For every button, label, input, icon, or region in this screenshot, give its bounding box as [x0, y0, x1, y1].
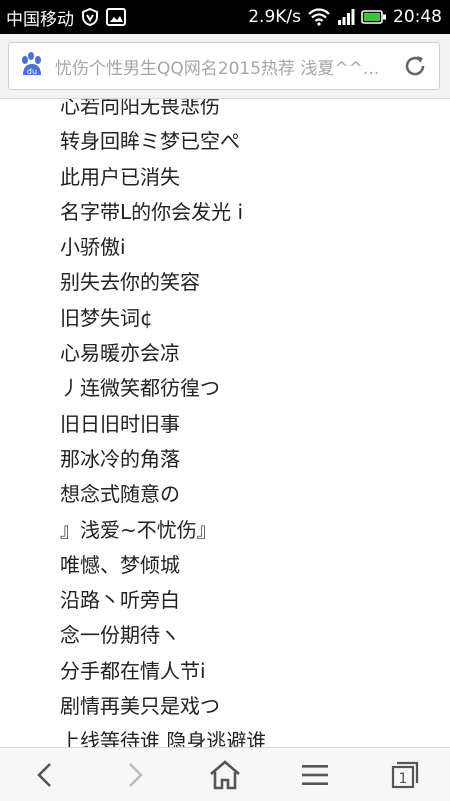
list-item: 心若向阳无畏悲伤 [60, 99, 220, 118]
list-item: 转身回眸ミ梦已空ぺ [60, 129, 240, 154]
clock: 20:48 [393, 7, 442, 27]
tabs-button[interactable]: 1 [380, 750, 430, 800]
list-item: 名字带L的你会发光 i [60, 199, 244, 224]
list-item: 剧情再美只是戏つ [60, 694, 220, 719]
list-item: 唯憾、梦倾城 [60, 552, 180, 577]
list-item: 丿连微笑都彷徨つ [60, 376, 220, 401]
menu-button[interactable] [290, 750, 340, 800]
network-speed: 2.9K/s [248, 7, 301, 27]
tabs-count: 1 [399, 771, 408, 787]
list-item: 旧梦失词¢ [60, 305, 153, 330]
status-bar: 中国移动 2.9K/s 20:48 [0, 0, 450, 34]
menu-icon [302, 764, 328, 785]
list-item: 此用户已消失 [60, 164, 180, 189]
forward-button[interactable] [110, 750, 160, 800]
list-item: 旧日旧时旧事 [60, 411, 180, 436]
page-content[interactable]: 心若向阳无畏悲伤 转身回眸ミ梦已空ぺ 此用户已消失 名字带L的你会发光 i 小骄… [0, 99, 450, 747]
home-button[interactable] [200, 750, 250, 800]
list-item: 』浅爱~不忧伤』 [60, 517, 217, 542]
baidu-paw-icon: du [17, 51, 47, 81]
list-item: 分手都在情人节i [60, 658, 206, 683]
list-item: 想念式随意の [60, 482, 180, 507]
list-item: 心易暖亦会凉 [60, 341, 180, 366]
page-title: 忧伤个性男生QQ网名2015热荐 浅夏^^... [55, 58, 380, 79]
back-arrow-icon [37, 762, 51, 787]
browser-header: du 忧伤个性男生QQ网名2015热荐 浅夏^^... [0, 34, 450, 99]
baidu-logo-text: du [27, 67, 37, 76]
list-item: 上线等待谁 隐身逃避谁 [60, 729, 267, 747]
image-notification-icon [106, 8, 126, 26]
reload-icon[interactable] [401, 52, 429, 80]
signal-icon [337, 8, 355, 26]
list-item: 沿路丶听旁白 [60, 588, 180, 613]
bottom-toolbar: 1 [0, 747, 450, 801]
list-item: 别失去你的笑容 [60, 270, 200, 295]
carrier-label: 中国移动 [6, 9, 74, 30]
list-item: 念一份期待ヽ [60, 623, 180, 648]
forward-arrow-icon [129, 762, 143, 787]
tabs-icon: 1 [391, 761, 419, 788]
wifi-icon [307, 8, 331, 26]
home-icon [210, 759, 240, 789]
address-bar[interactable]: du 忧伤个性男生QQ网名2015热荐 浅夏^^... [8, 42, 440, 90]
vpn-shield-icon [80, 7, 100, 27]
name-list: 心若向阳无畏悲伤 转身回眸ミ梦已空ぺ 此用户已消失 名字带L的你会发光 i 小骄… [60, 99, 266, 747]
list-item: 小骄傲i [60, 235, 126, 260]
battery-icon [361, 9, 387, 25]
back-button[interactable] [20, 750, 70, 800]
list-item: 那冰冷的角落 [60, 446, 180, 471]
